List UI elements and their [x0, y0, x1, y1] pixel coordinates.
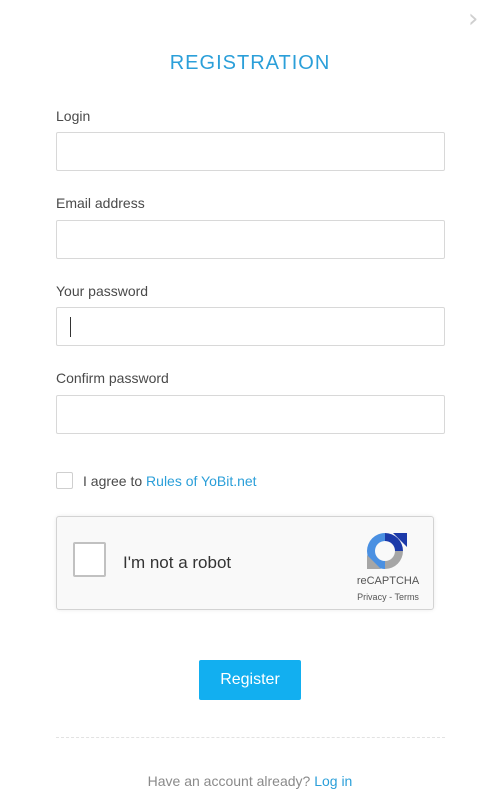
register-button[interactable]: Register: [199, 660, 301, 700]
recaptcha-widget: I'm not a robot reCAPTCHA Privacy - Term…: [56, 516, 434, 610]
recaptcha-logo-icon: [367, 533, 407, 569]
login-input[interactable]: [56, 132, 445, 171]
text-caret: [70, 317, 71, 337]
divider: [56, 737, 445, 738]
footer: Have an account already? Log in: [0, 773, 481, 789]
confirm-password-label: Confirm password: [56, 370, 169, 386]
page-title: REGISTRATION: [169, 52, 331, 74]
login-link[interactable]: Log in: [314, 773, 352, 789]
rules-link[interactable]: Rules of YoBit.net: [146, 473, 257, 489]
recaptcha-checkbox[interactable]: [73, 542, 106, 577]
confirm-password-input[interactable]: [56, 395, 445, 434]
email-input[interactable]: [56, 220, 445, 259]
recaptcha-links: Privacy - Terms: [340, 592, 436, 602]
email-label: Email address: [56, 195, 145, 211]
login-label: Login: [56, 108, 91, 124]
password-label: Your password: [56, 283, 149, 299]
agree-text-wrap: I agree to Rules of YoBit.net: [83, 473, 257, 489]
agree-checkbox[interactable]: [56, 472, 73, 489]
close-chevron-icon[interactable]: ›: [468, 6, 481, 32]
recaptcha-brand: reCAPTCHA: [356, 575, 420, 587]
footer-text: Have an account already?: [147, 773, 311, 789]
recaptcha-privacy-link[interactable]: Privacy: [357, 592, 387, 602]
password-input[interactable]: [56, 307, 445, 346]
recaptcha-separator: -: [389, 592, 393, 602]
agree-text: I agree to: [83, 473, 143, 489]
recaptcha-terms-link[interactable]: Terms: [394, 592, 419, 602]
recaptcha-label: I'm not a robot: [123, 553, 232, 572]
